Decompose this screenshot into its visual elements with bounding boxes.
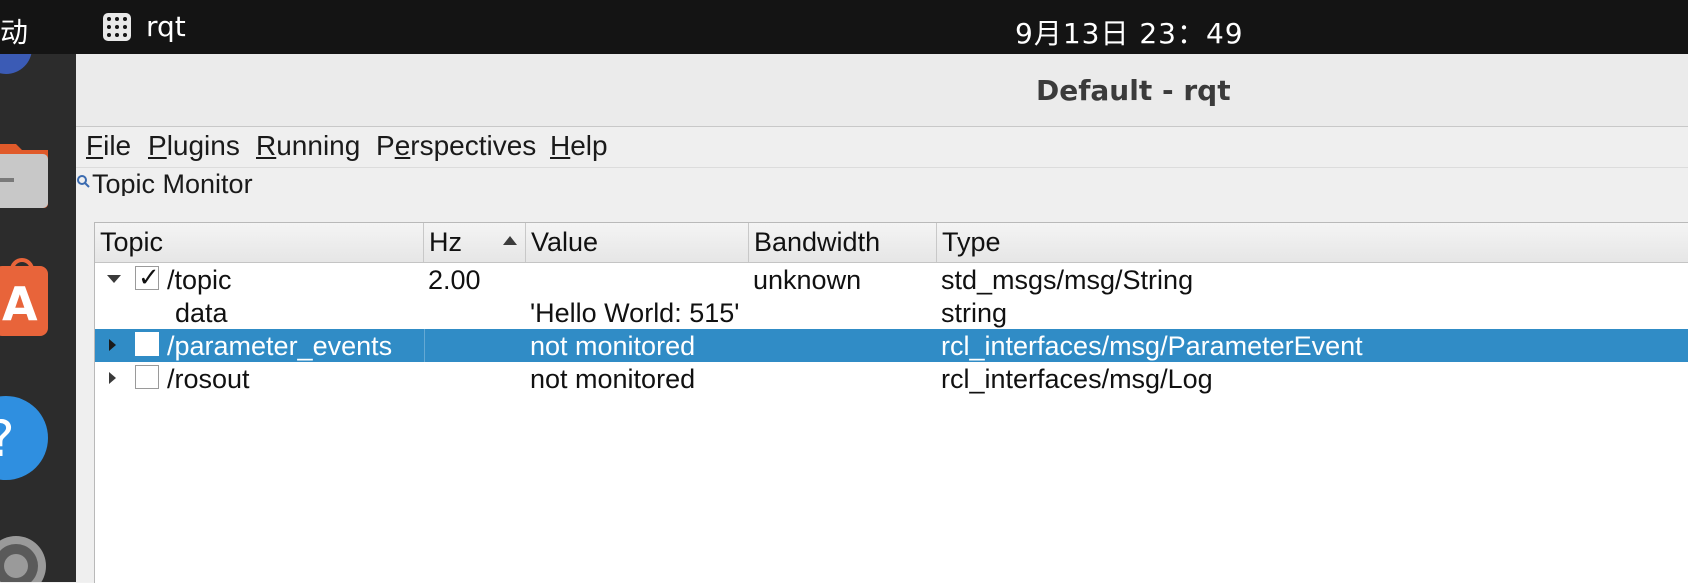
column-header-hz[interactable]: Hz: [424, 223, 526, 262]
topic-name: /topic: [167, 265, 232, 295]
monitor-checkbox[interactable]: [135, 332, 159, 356]
field-name: data: [175, 298, 228, 328]
topic-bandwidth: unknown: [753, 265, 862, 295]
column-header-bandwidth[interactable]: Bandwidth: [749, 223, 937, 262]
plugin-title: Topic Monitor: [92, 169, 253, 196]
topic-tree[interactable]: Topic Hz Value Bandwidth Type ✓ /topic 2…: [94, 222, 1688, 583]
help-icon[interactable]: ?: [0, 394, 50, 482]
topic-name: /rosout: [167, 364, 250, 394]
checkmark-icon: ✓: [138, 263, 160, 293]
app-grid-icon[interactable]: [103, 13, 131, 41]
topic-type: rcl_interfaces/msg/Log: [941, 364, 1213, 394]
svg-text:A: A: [2, 277, 38, 331]
monitor-checkbox[interactable]: [135, 365, 159, 389]
system-top-bar: 动 rqt 9月13日 23：49: [0, 0, 1688, 54]
svg-text:?: ?: [0, 410, 15, 468]
table-row[interactable]: /rosout not monitored rcl_interfaces/msg…: [95, 362, 1688, 395]
dock: A ?: [0, 54, 76, 582]
expand-arrow-icon[interactable]: [109, 372, 116, 384]
menu-file[interactable]: File: [86, 130, 131, 162]
menu-perspectives[interactable]: Perspectives: [376, 130, 536, 162]
window-title: Default - rqt: [1036, 74, 1231, 107]
field-value: 'Hello World: 515': [530, 298, 740, 328]
rqt-window: Default - rqt File Plugins Running Persp…: [76, 54, 1688, 583]
column-header-value[interactable]: Value: [526, 223, 749, 262]
collapse-arrow-icon[interactable]: [107, 275, 121, 283]
focused-app-name[interactable]: rqt: [146, 10, 186, 43]
table-row[interactable]: ✓ /topic 2.00 unknown std_msgs/msg/Strin…: [95, 263, 1688, 296]
tree-header: Topic Hz Value Bandwidth Type: [95, 223, 1688, 263]
dock-app-icon[interactable]: [0, 54, 32, 74]
field-type: string: [941, 298, 1008, 328]
topic-name: /parameter_events: [167, 331, 393, 361]
monitor-checkbox[interactable]: ✓: [135, 263, 160, 293]
menu-bar: File Plugins Running Perspectives Help: [76, 127, 1688, 168]
window-titlebar[interactable]: Default - rqt: [76, 54, 1688, 127]
menu-plugins[interactable]: Plugins: [148, 130, 240, 162]
expand-arrow-icon[interactable]: [109, 339, 116, 351]
files-icon[interactable]: [0, 132, 50, 208]
settings-icon[interactable]: [0, 528, 52, 582]
topic-value: not monitored: [530, 364, 696, 394]
sort-ascending-icon: [503, 236, 517, 245]
table-row[interactable]: data 'Hello World: 515' string: [95, 296, 1688, 329]
app-center-icon[interactable]: A: [0, 252, 50, 338]
topic-value: not monitored: [530, 331, 696, 361]
menu-help[interactable]: Help: [550, 130, 608, 162]
activities-button[interactable]: 动: [0, 11, 28, 51]
column-divider: [424, 329, 425, 362]
column-header-type[interactable]: Type: [937, 223, 1688, 262]
topic-hz: 2.00: [428, 265, 481, 295]
topic-type: rcl_interfaces/msg/ParameterEvent: [941, 331, 1363, 361]
column-header-topic[interactable]: Topic: [95, 223, 424, 262]
clock[interactable]: 9月13日 23：49: [1015, 12, 1244, 52]
menu-running[interactable]: Running: [256, 130, 360, 162]
topic-type: std_msgs/msg/String: [941, 265, 1194, 295]
plugin-header: Topic Monitor: [76, 168, 1688, 196]
table-row-selected[interactable]: /parameter_events not monitored rcl_inte…: [95, 329, 1688, 362]
magnifier-icon: [77, 175, 90, 188]
